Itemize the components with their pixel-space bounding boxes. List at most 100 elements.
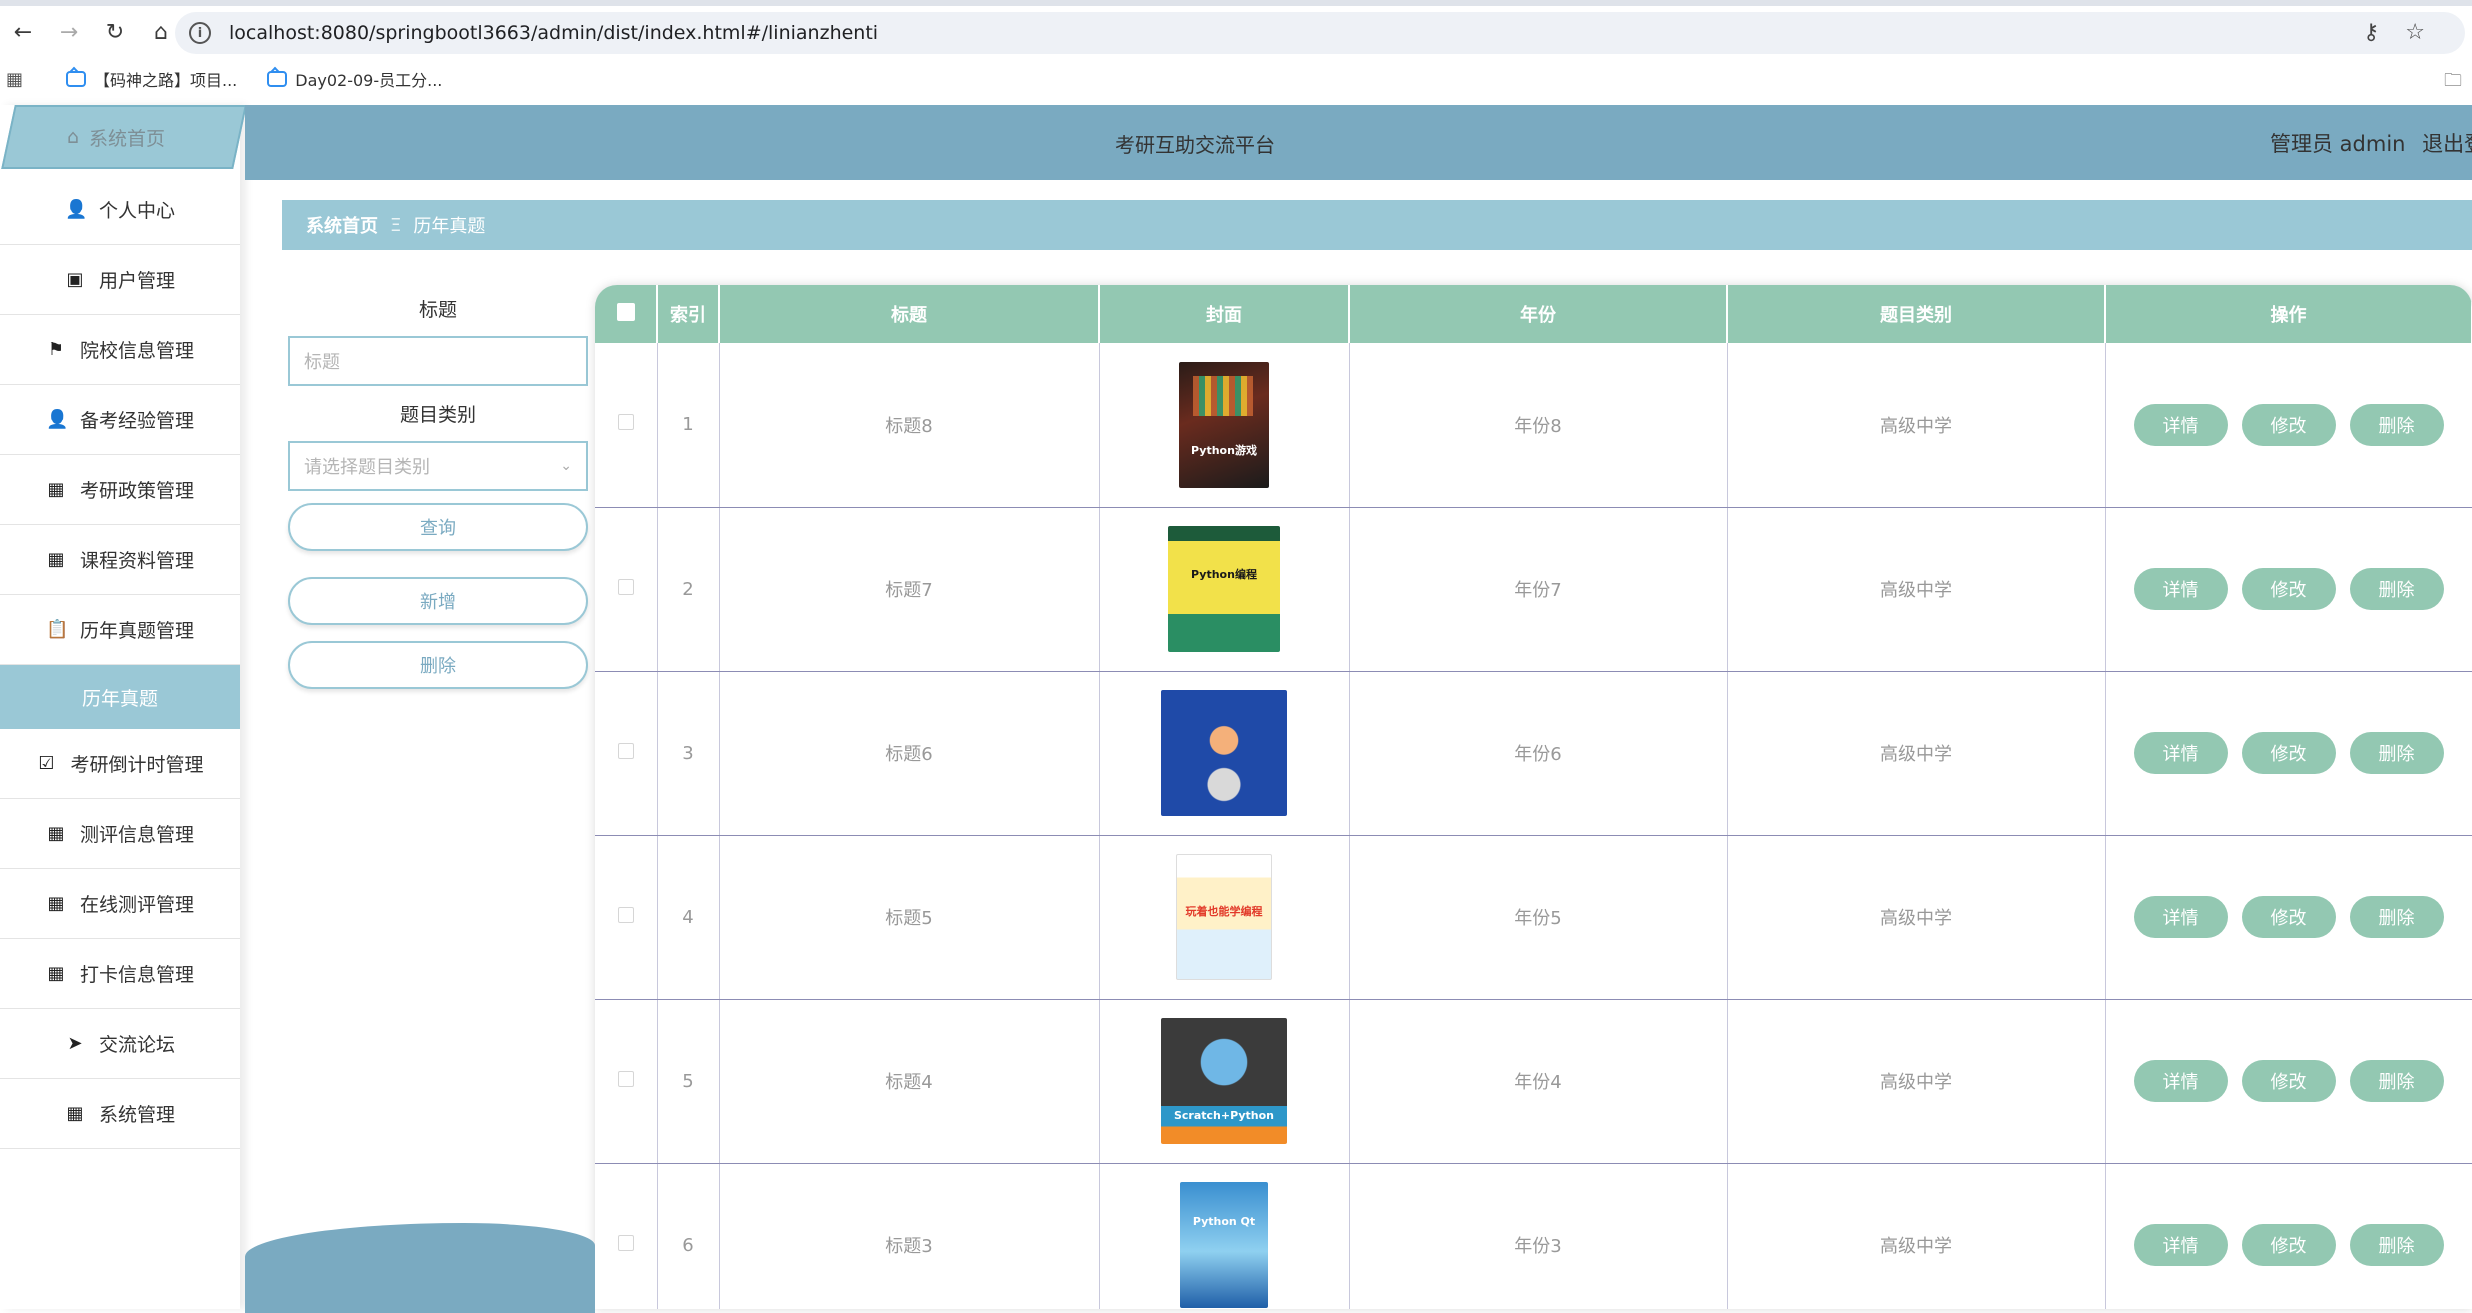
sidebar-item-checkin[interactable]: ▦ 打卡信息管理 [0,939,240,1009]
category-select[interactable]: 请选择题目类别 ⌄ [288,441,588,491]
cover-title: Python Qt [1192,1215,1256,1228]
bookmark-item[interactable]: 【码神之路】项目... [66,67,237,91]
sidebar-item-courses[interactable]: ▦ 课程资料管理 [0,525,240,595]
detail-button[interactable]: 详情 [2133,1224,2228,1266]
bilibili-icon [66,71,86,87]
row-category: 高级中学 [1727,343,2106,508]
breadcrumb-separator: Ξ [390,214,402,236]
row-category: 高级中学 [1727,999,2106,1164]
cover-image: Scratch+Python [1161,1018,1287,1144]
add-button[interactable]: 新增 [288,577,588,625]
query-button[interactable]: 查询 [288,503,588,551]
sidebar-item-policy[interactable]: ▦ 考研政策管理 [0,455,240,525]
category-select-placeholder: 请选择题目类别 [304,457,430,478]
forward-icon[interactable]: → [46,9,92,55]
delete-button[interactable]: 删除 [288,641,588,689]
sidebar-item-countdown[interactable]: ☑ 考研倒计时管理 [0,729,240,799]
cover-image: Python编程 [1168,526,1280,652]
bilibili-icon [267,71,288,87]
sidebar-item-label: 测评信息管理 [79,824,194,846]
grid9-icon: ▦ [47,823,65,844]
row-checkbox[interactable] [617,578,634,595]
row-checkbox[interactable] [617,742,634,759]
apps-grid-icon[interactable]: ▦ [6,69,36,90]
logout-link[interactable]: 退出登 [2422,132,2472,156]
sidebar-item-label: 考研倒计时管理 [70,754,204,776]
detail-button[interactable]: 详情 [2133,1060,2228,1102]
app-title: 考研互助交流平台 [1115,133,1275,157]
row-category: 高级中学 [1727,507,2106,672]
sidebar-item-past-papers[interactable]: 📋 历年真题管理 [0,595,240,665]
row-index: 3 [657,671,720,836]
row-title: 标题4 [719,999,1100,1164]
sidebar-subitem-past-papers[interactable]: 历年真题 [0,665,240,729]
row-delete-button[interactable]: 删除 [2349,732,2444,774]
edit-button[interactable]: 修改 [2241,403,2336,446]
row-title: 标题8 [719,343,1100,508]
select-all-checkbox-cell[interactable] [595,285,658,343]
row-year: 年份7 [1349,507,1728,672]
bookmarks-bar: ▦ 【码神之路】项目... Day02-09-员工分... 🗀 [0,58,2472,100]
cover-image: Python Qt [1180,1182,1268,1308]
sidebar-item-system[interactable]: ▦ 系统管理 [0,1079,240,1149]
detail-button[interactable]: 详情 [2133,732,2228,774]
select-all-checkbox[interactable] [616,302,635,321]
row-checkbox[interactable] [617,906,634,923]
clipboard-icon: 📋 [45,619,69,640]
sidebar-item-users[interactable]: ▣ 用户管理 [0,245,240,315]
row-index: 6 [657,1163,720,1309]
sidebar-item-forum[interactable]: ➤ 交流论坛 [0,1009,240,1079]
table-row: 2 标题7 Python编程 年份7 高级中学 详情 修改 删除 [595,507,2472,672]
edit-button[interactable]: 修改 [2241,896,2336,938]
row-checkbox[interactable] [617,1234,634,1251]
detail-button[interactable]: 详情 [2133,403,2228,446]
row-delete-button[interactable]: 删除 [2349,568,2444,610]
sidebar-item-home[interactable]: ⌂ 系统首页 [0,105,232,169]
row-delete-button[interactable]: 删除 [2349,403,2444,446]
category-label: 题目类别 [399,404,476,426]
title-label: 标题 [418,299,457,321]
sidebar-item-schools[interactable]: ⚑ 院校信息管理 [0,315,240,385]
bookmark-item[interactable]: Day02-09-员工分... [267,67,442,91]
star-icon[interactable]: ☆ [2405,20,2425,45]
detail-button[interactable]: 详情 [2133,568,2228,610]
sidebar-item-evaluation[interactable]: ▦ 测评信息管理 [0,799,240,869]
folder-icon[interactable]: 🗀 [2444,68,2462,98]
title-input[interactable]: 标题 [288,336,588,386]
detail-button[interactable]: 详情 [2133,896,2228,938]
table-header-row: 索引 标题 封面 年份 题目类别 操作 [595,285,2472,343]
sidebar-item-experience[interactable]: 👤 备考经验管理 [0,385,240,455]
bookmark-label: 【码神之路】项目... [94,71,238,90]
breadcrumb: 系统首页 Ξ 历年真题 [282,200,2472,250]
sidebar-item-label: 交流论坛 [98,1034,175,1056]
sidebar-item-label: 备考经验管理 [79,410,194,432]
grid-icon: ▦ [66,1103,84,1124]
key-icon[interactable]: ⚷ [2363,20,2379,45]
edit-button[interactable]: 修改 [2241,1224,2336,1266]
breadcrumb-home[interactable]: 系统首页 [306,212,378,238]
reload-icon[interactable]: ↻ [92,9,138,55]
edit-button[interactable]: 修改 [2241,732,2336,774]
sidebar-subitem-label: 历年真题 [81,687,158,710]
site-info-icon[interactable]: i [189,22,211,44]
cover-image: 玩着也能学编程 [1176,854,1272,980]
edit-button[interactable]: 修改 [2241,1060,2336,1102]
cover-title: Python编程 [1191,568,1257,581]
row-delete-button[interactable]: 删除 [2349,1224,2444,1266]
row-checkbox[interactable] [617,1070,634,1087]
column-header: 封面 [1099,285,1350,343]
row-year: 年份5 [1349,835,1728,1000]
header-user-area: 管理员 admin 退出登 [2270,128,2472,158]
sidebar-item-online-test[interactable]: ▦ 在线测评管理 [0,869,240,939]
back-icon[interactable]: ← [0,9,46,55]
row-delete-button[interactable]: 删除 [2349,896,2444,938]
cover-title: Python游戏 [1191,443,1257,457]
cover-title: 玩着也能学编程 [1185,905,1263,918]
grid-icon: ▦ [47,479,65,500]
row-checkbox[interactable] [617,414,634,431]
cover-image: Python游戏 [1179,361,1269,488]
sidebar-item-profile[interactable]: 👤 个人中心 [0,175,240,245]
edit-button[interactable]: 修改 [2241,568,2336,610]
row-delete-button[interactable]: 删除 [2349,1060,2444,1102]
address-bar[interactable]: i localhost:8080/springbootl3663/admin/d… [175,12,2465,54]
